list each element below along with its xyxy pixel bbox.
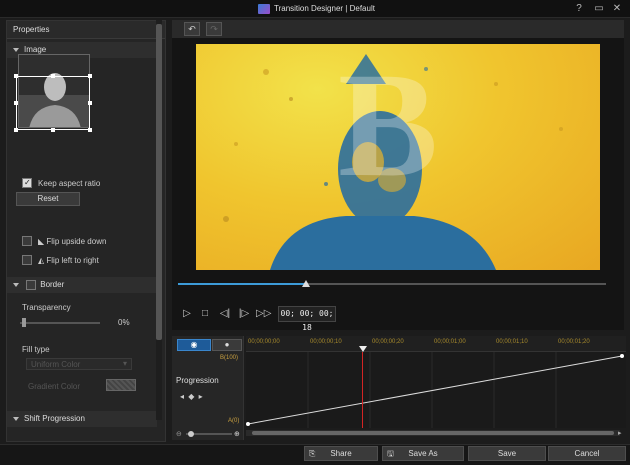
close-button[interactable]: ✕ [610,2,624,16]
shift-progression-header[interactable]: Shift Progression [7,411,157,427]
collapse-arrow-icon [13,416,19,421]
dropdown-arrow-icon: ▾ [122,359,127,368]
timeline-tab-a[interactable]: ◉ [177,339,211,351]
save-button[interactable]: Save [468,446,546,461]
add-keyframe-icon[interactable]: ◆ [188,392,194,401]
reset-button[interactable]: Reset [16,192,80,206]
flip-upside-down-label: Flip upside down [46,237,107,246]
stop-button[interactable]: □ [198,307,212,321]
timeline-tick: 00;00;00;10 [310,339,342,345]
undo-icon: ↶ [188,24,196,34]
redo-icon: ↷ [210,24,218,34]
help-button[interactable]: ? [572,2,586,16]
timecode-display[interactable]: 00; 00; 00; 18 [278,306,336,332]
crop-handle[interactable] [88,101,92,105]
flip-horizontal-icon: ◭ [38,256,45,265]
border-section-header[interactable]: Border [7,277,157,293]
crop-handle[interactable] [88,128,92,132]
timeline-tick: 00;00;01;20 [558,339,590,345]
play-button[interactable]: ▷ [180,307,194,321]
progression-min-label: A(0) [228,418,240,424]
crop-handle[interactable] [88,74,92,78]
flip-left-to-right-checkbox[interactable] [22,255,32,265]
keyframe-nav[interactable]: ◂ ◆ ▸ [180,392,203,401]
zoom-in-icon[interactable]: ⊕ [234,430,240,438]
timeline-tick: 00;00;00;20 [372,339,404,345]
preview-toolbar [172,20,624,38]
playhead-marker[interactable] [359,346,367,352]
fill-type-label: Fill type [22,345,50,354]
fill-type-select[interactable]: Uniform Color ▾ [26,358,132,370]
cancel-button[interactable]: Cancel [548,446,626,461]
border-checkbox[interactable] [26,280,37,290]
crop-box[interactable] [16,76,90,130]
crop-handle[interactable] [51,74,55,78]
zoom-slider-knob[interactable] [188,431,194,437]
keep-aspect-ratio-label: Keep aspect ratio [38,179,101,188]
next-frame-icon: |▷ [238,308,250,319]
transparency-slider-knob[interactable] [22,318,26,327]
stop-icon: □ [201,308,209,319]
save-as-button[interactable]: 🖫 Save As [382,446,464,461]
keep-aspect-ratio-checkbox[interactable] [22,178,32,188]
previous-frame-button[interactable]: ◁| [218,307,232,321]
play-icon: ▷ [183,308,191,319]
previous-keyframe-icon[interactable]: ◂ [180,392,184,401]
seek-progress [178,283,306,285]
progression-curve-icon [246,352,624,428]
transparency-label: Transparency [22,303,71,312]
crop-handle[interactable] [14,128,18,132]
playhead-line[interactable] [362,352,363,428]
previous-frame-icon: ◁| [219,308,231,319]
zoom-out-icon[interactable]: ⊖ [176,430,182,438]
timeline-tick: 00;00;01;00 [434,339,466,345]
collapse-arrow-icon [13,47,19,52]
progression-graph[interactable] [246,352,626,428]
collapse-arrow-icon [13,283,19,287]
crop-handle[interactable] [14,74,18,78]
progression-label: Progression [176,376,219,385]
properties-header: Properties [7,21,165,39]
app-icon [258,4,270,14]
crop-handle[interactable] [51,128,55,132]
properties-scrollbar-thumb[interactable] [156,24,162,340]
share-icon: ⎘ [309,449,316,458]
timeline-tick: 00;00;01;10 [496,339,528,345]
restore-button[interactable]: ▭ [592,2,606,16]
gradient-color-swatch[interactable] [106,379,136,391]
timeline-tab-b[interactable]: ● [212,339,242,351]
timeline-tick: 00;00;00;00 [248,339,280,345]
transparency-value: 0% [118,318,130,327]
fast-forward-button[interactable]: ▷▷ [256,307,272,321]
window-title: Transition Designer | Default [274,4,375,13]
share-button[interactable]: ⎘ Share [304,446,378,461]
gradient-color-label: Gradient Color [28,382,81,391]
redo-button[interactable]: ↷ [206,22,222,36]
seek-knob[interactable] [302,280,310,287]
undo-button[interactable]: ↶ [184,22,200,36]
crop-handle[interactable] [14,101,18,105]
preview-image: B [196,44,600,270]
fast-forward-icon: ▷▷ [256,308,272,319]
save-as-icon: 🖫 [387,449,394,458]
flip-upside-down-checkbox[interactable] [22,236,32,246]
timeline-track-panel [172,336,244,440]
flip-left-to-right-label: Flip left to right [46,256,99,265]
next-keyframe-icon[interactable]: ▸ [199,392,203,401]
transparency-slider[interactable] [20,322,100,324]
scroll-right-icon[interactable]: ▸ [618,429,622,437]
timeline-scrollbar-thumb[interactable] [252,431,614,435]
transition-letter: B [338,44,439,208]
next-frame-button[interactable]: |▷ [237,307,251,321]
progression-max-label: B(100) [220,355,239,361]
flip-vertical-icon: ◣ [38,237,45,246]
